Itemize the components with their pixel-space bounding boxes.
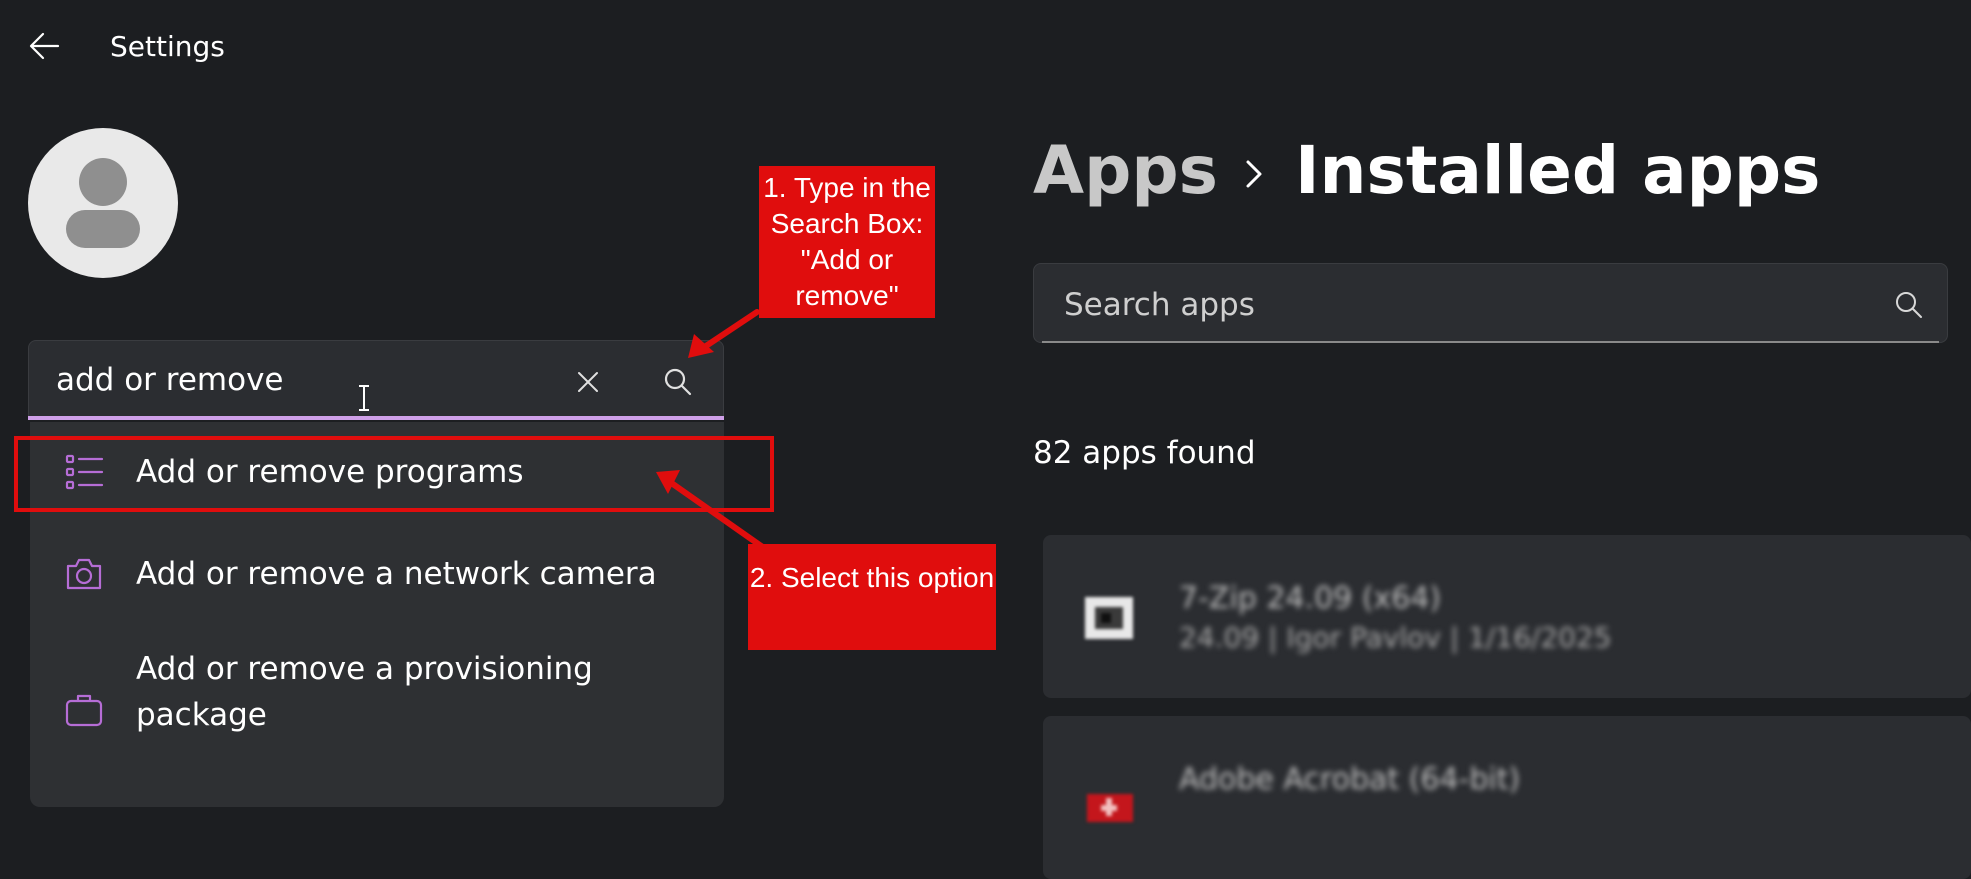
app-list-item[interactable]: 7-Zip 24.09 (x64) 24.09 | Igor Pavlov | … xyxy=(1043,535,1971,698)
highlight-box xyxy=(14,436,774,512)
app-list-item[interactable]: Adobe Acrobat (64-bit) xyxy=(1043,716,1971,879)
back-arrow-icon[interactable] xyxy=(26,28,62,64)
apps-found-count: 82 apps found xyxy=(1033,435,1256,471)
app-icon xyxy=(1085,597,1133,639)
text-cursor-icon xyxy=(359,385,369,411)
breadcrumb-installed-apps: Installed apps xyxy=(1295,132,1821,209)
avatar-body xyxy=(66,210,140,248)
search-focus-underline xyxy=(28,416,724,420)
avatar-head xyxy=(79,158,127,206)
user-avatar[interactable] xyxy=(28,128,178,278)
app-name: Adobe Acrobat (64-bit) xyxy=(1179,762,1521,797)
title-bar: Settings xyxy=(0,0,1971,95)
suggestion-label: Add or remove a provisioning package xyxy=(136,651,593,733)
app-meta: 24.09 | Igor Pavlov | 1/16/2025 xyxy=(1179,621,1612,654)
search-apps-box[interactable] xyxy=(1033,263,1948,343)
step1-callout: 1. Type in the Search Box: "Add or remov… xyxy=(759,166,935,318)
app-icon xyxy=(1087,794,1133,822)
clear-search-icon[interactable] xyxy=(570,364,606,400)
step2-callout: 2. Select this option xyxy=(748,544,996,650)
search-apps-icon[interactable] xyxy=(1892,288,1926,322)
briefcase-icon xyxy=(65,694,103,727)
suggestion-add-remove-provisioning-package[interactable]: Add or remove a provisioning package xyxy=(30,644,724,744)
settings-search-input[interactable] xyxy=(54,359,538,401)
window-title: Settings xyxy=(110,30,225,63)
search-icon[interactable] xyxy=(660,364,696,400)
app-name: 7-Zip 24.09 (x64) xyxy=(1179,581,1442,616)
breadcrumb-apps[interactable]: Apps xyxy=(1033,132,1218,209)
chevron-right-icon xyxy=(1246,160,1262,188)
suggestion-add-remove-network-camera[interactable]: Add or remove a network camera xyxy=(30,542,724,606)
search-apps-input[interactable] xyxy=(1062,284,1826,326)
search-apps-underline xyxy=(1042,341,1939,343)
suggestion-label: Add or remove a network camera xyxy=(136,556,657,592)
camera-icon xyxy=(66,558,102,590)
settings-search-box[interactable] xyxy=(28,340,724,420)
